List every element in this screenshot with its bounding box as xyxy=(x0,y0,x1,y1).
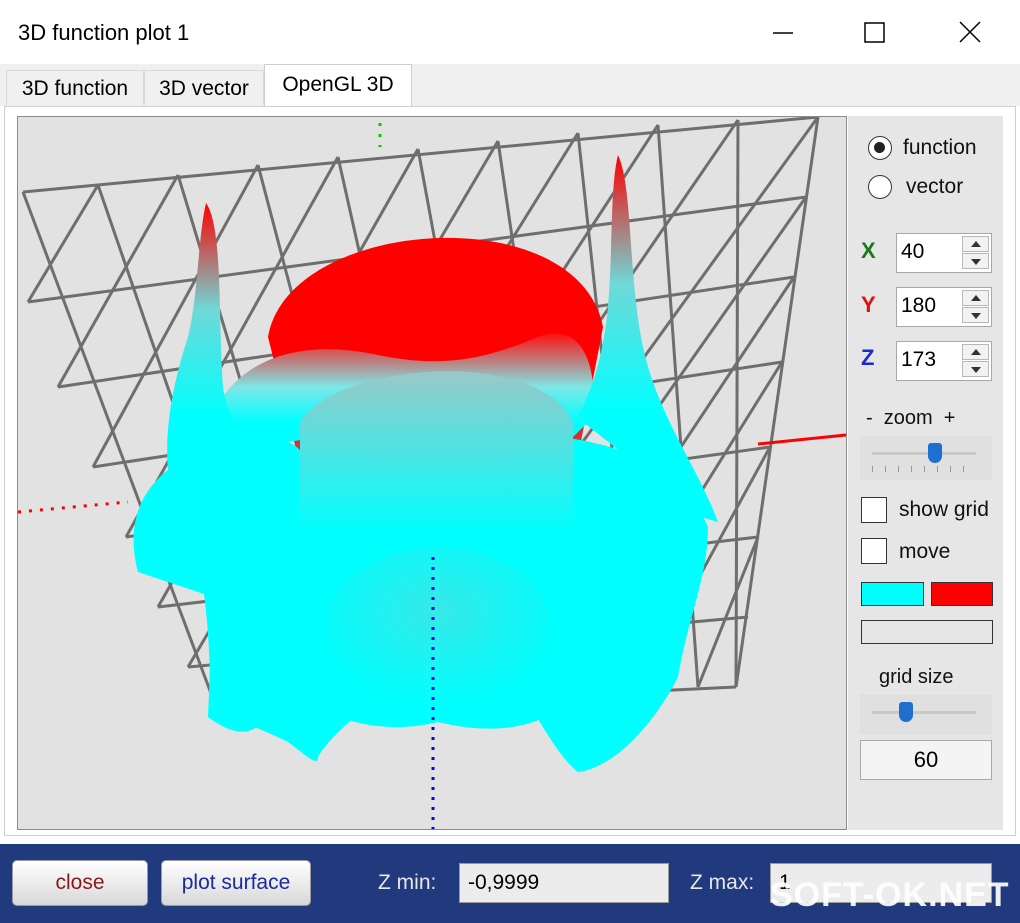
close-icon xyxy=(959,21,981,43)
z-angle-value: 173 xyxy=(901,348,937,371)
tab-3d-vector[interactable]: 3D vector xyxy=(144,70,264,105)
z-angle-label: Z xyxy=(861,345,875,370)
increment-icon[interactable] xyxy=(962,344,989,360)
y-angle-spinner[interactable]: 180 xyxy=(896,287,992,327)
z-spinner-arrows[interactable] xyxy=(962,344,989,378)
zmin-field[interactable]: -0,9999 xyxy=(459,863,669,903)
y-angle-value: 180 xyxy=(901,294,937,317)
move-label: move xyxy=(899,540,951,563)
x-spinner-arrows[interactable] xyxy=(962,236,989,270)
radio-function[interactable] xyxy=(868,136,892,160)
tab-opengl-3d[interactable]: OpenGL 3D xyxy=(264,64,412,107)
x-angle-value: 40 xyxy=(901,240,925,263)
y-spinner-arrows[interactable] xyxy=(962,290,989,324)
window-title: 3D function plot 1 xyxy=(18,20,190,45)
maximize-icon xyxy=(864,22,885,43)
zmin-label: Z min: xyxy=(378,871,437,894)
maximize-button[interactable] xyxy=(852,14,898,52)
radio-vector[interactable] xyxy=(868,175,892,199)
zoom-slider-thumb[interactable] xyxy=(927,443,942,463)
show-grid-checkbox[interactable] xyxy=(861,497,887,523)
watermark: SOFT-OK.NET xyxy=(770,876,1010,914)
move-checkbox[interactable] xyxy=(861,538,887,564)
radio-function-label: function xyxy=(903,136,977,159)
x-angle-label: X xyxy=(861,238,876,263)
decrement-icon[interactable] xyxy=(962,307,989,323)
decrement-icon[interactable] xyxy=(962,253,989,269)
increment-icon[interactable] xyxy=(962,290,989,306)
tab-3d-function[interactable]: 3D function xyxy=(6,70,144,105)
cylinder-opening xyxy=(326,547,550,707)
radio-vector-label: vector xyxy=(906,175,964,198)
x-axis-dotted xyxy=(18,500,129,514)
zoom-slider[interactable] xyxy=(860,436,992,480)
color-swatch-high[interactable] xyxy=(931,582,993,606)
grid-size-label: grid size xyxy=(879,666,954,688)
close-window-button[interactable] xyxy=(946,14,992,52)
minimize-button[interactable] xyxy=(760,14,806,52)
zoom-label: - zoom + xyxy=(866,407,956,429)
x-angle-spinner[interactable]: 40 xyxy=(896,233,992,273)
zmax-label: Z max: xyxy=(690,871,755,894)
z-angle-spinner[interactable]: 173 xyxy=(896,341,992,381)
grid-size-value: 60 xyxy=(860,740,992,780)
opengl-viewport[interactable] xyxy=(17,116,847,830)
zoom-slider-ticks xyxy=(872,466,976,472)
grid-size-slider[interactable] xyxy=(860,694,992,734)
increment-icon[interactable] xyxy=(962,236,989,252)
grid-size-slider-track xyxy=(872,711,976,714)
zoom-slider-track xyxy=(872,452,976,455)
plot-surface-button[interactable]: plot surface xyxy=(161,860,311,906)
close-button[interactable]: close xyxy=(12,860,148,906)
color-swatch-background[interactable] xyxy=(861,620,993,644)
y-angle-label: Y xyxy=(861,292,876,317)
decrement-icon[interactable] xyxy=(962,361,989,377)
3d-surface-render-icon xyxy=(18,117,846,829)
grid-size-slider-thumb[interactable] xyxy=(899,702,913,722)
show-grid-label: show grid xyxy=(899,498,989,521)
color-swatch-low[interactable] xyxy=(861,582,924,606)
minimize-icon xyxy=(773,32,793,34)
